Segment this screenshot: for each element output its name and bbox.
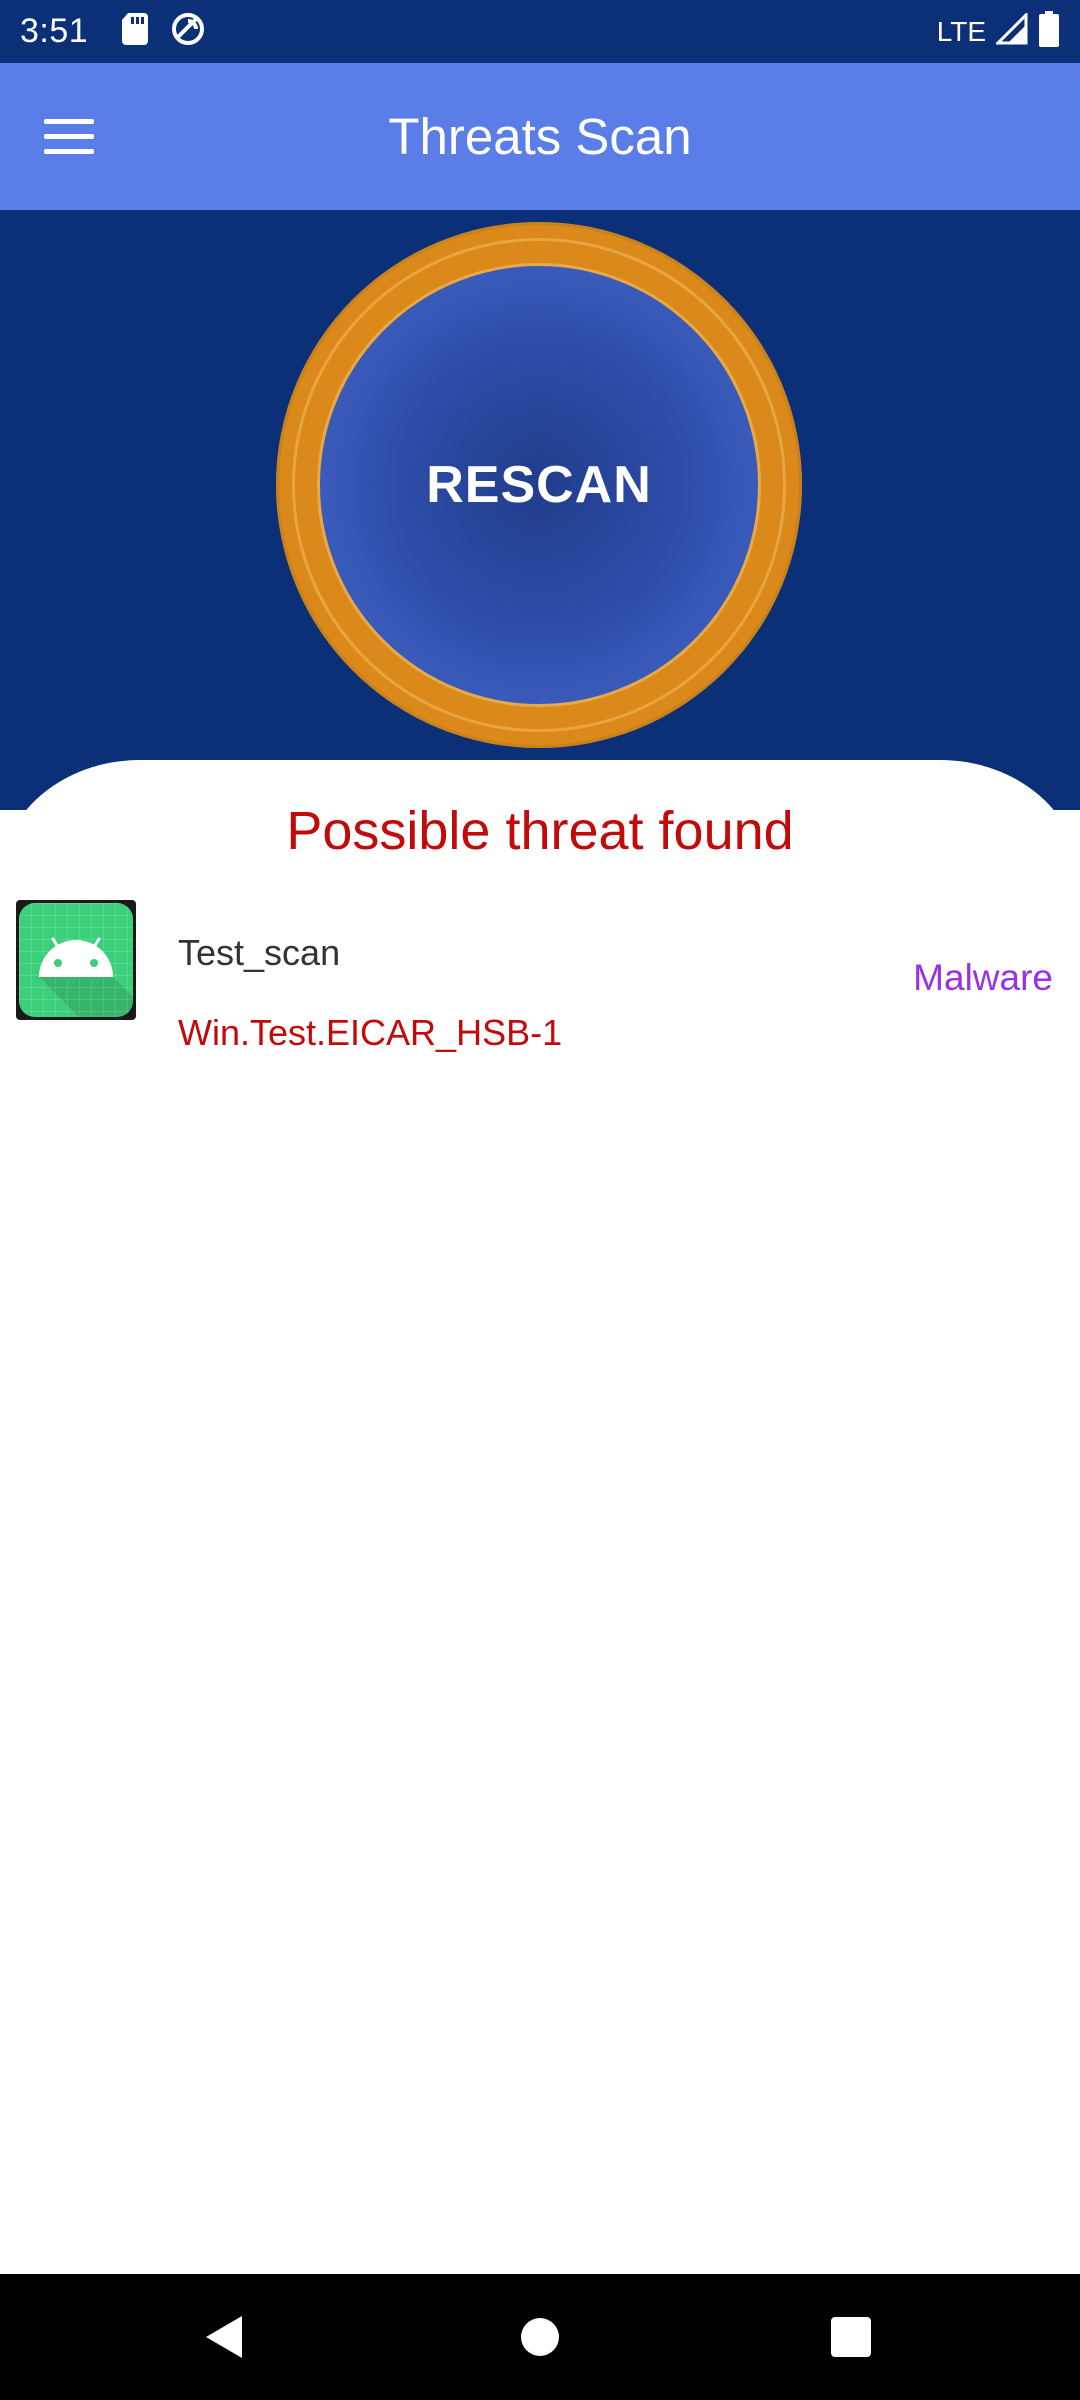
scan-hero: RESCAN [0,210,1080,810]
threat-type-label: Malware [913,957,1053,998]
status-right: LTE [937,11,1060,52]
rescan-button[interactable]: RESCAN [317,263,761,707]
hamburger-menu-icon[interactable] [44,107,104,167]
battery-icon [1038,11,1060,52]
system-nav-bar [0,2274,1080,2400]
status-time: 3:51 [20,12,89,50]
threat-list-item[interactable]: Test_scan Win.Test.EICAR_HSB-1 Malware [0,900,1080,1060]
results-sheet: Possible threat found Test_scan Win.Test… [0,760,1080,2274]
signal-icon [994,11,1028,50]
sd-card-icon [122,13,149,50]
scan-ring: RESCAN [276,222,802,748]
app-name: Test_scan [178,932,341,973]
data-saver-icon [170,11,206,52]
page-title: Threats Scan [388,108,692,165]
status-bar: 3:51 LTE [0,0,1080,63]
threat-name: Win.Test.EICAR_HSB-1 [178,1012,563,1053]
status-left-icons [122,11,206,52]
threat-heading: Possible threat found [286,801,794,861]
app-bar: Threats Scan [0,63,1080,210]
back-icon[interactable] [200,2312,250,2362]
network-type: LTE [936,15,986,47]
home-icon[interactable] [515,2312,565,2362]
recents-icon[interactable] [826,2312,876,2362]
android-app-icon [16,900,136,1020]
